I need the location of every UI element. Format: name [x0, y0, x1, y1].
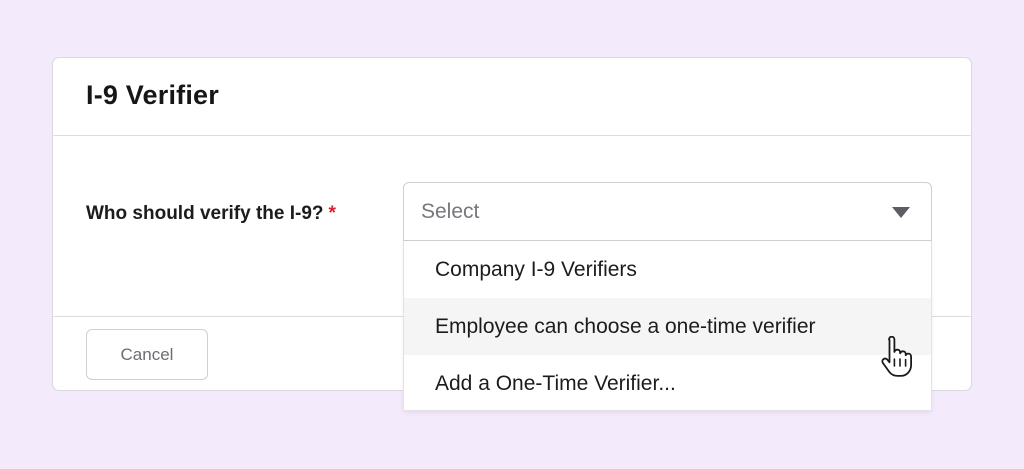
card-header: I-9 Verifier — [53, 58, 971, 136]
cancel-button[interactable]: Cancel — [86, 329, 208, 380]
verifier-field-label: Who should verify the I-9? * — [86, 203, 336, 225]
verifier-dropdown-menu: Company I-9 Verifiers Employee can choos… — [403, 241, 932, 411]
option-employee-choose-verifier[interactable]: Employee can choose a one-time verifier — [404, 298, 931, 355]
required-asterisk: * — [328, 203, 336, 224]
option-add-one-time-verifier[interactable]: Add a One-Time Verifier... — [404, 355, 931, 412]
verifier-field-label-text: Who should verify the I-9? — [86, 203, 324, 224]
card-title: I-9 Verifier — [86, 80, 219, 110]
verifier-select[interactable]: Select — [403, 182, 932, 241]
option-company-i9-verifiers[interactable]: Company I-9 Verifiers — [404, 241, 931, 298]
select-placeholder: Select — [421, 200, 480, 223]
hand-pointer-icon — [881, 336, 912, 377]
caret-down-icon[interactable] — [892, 207, 910, 218]
